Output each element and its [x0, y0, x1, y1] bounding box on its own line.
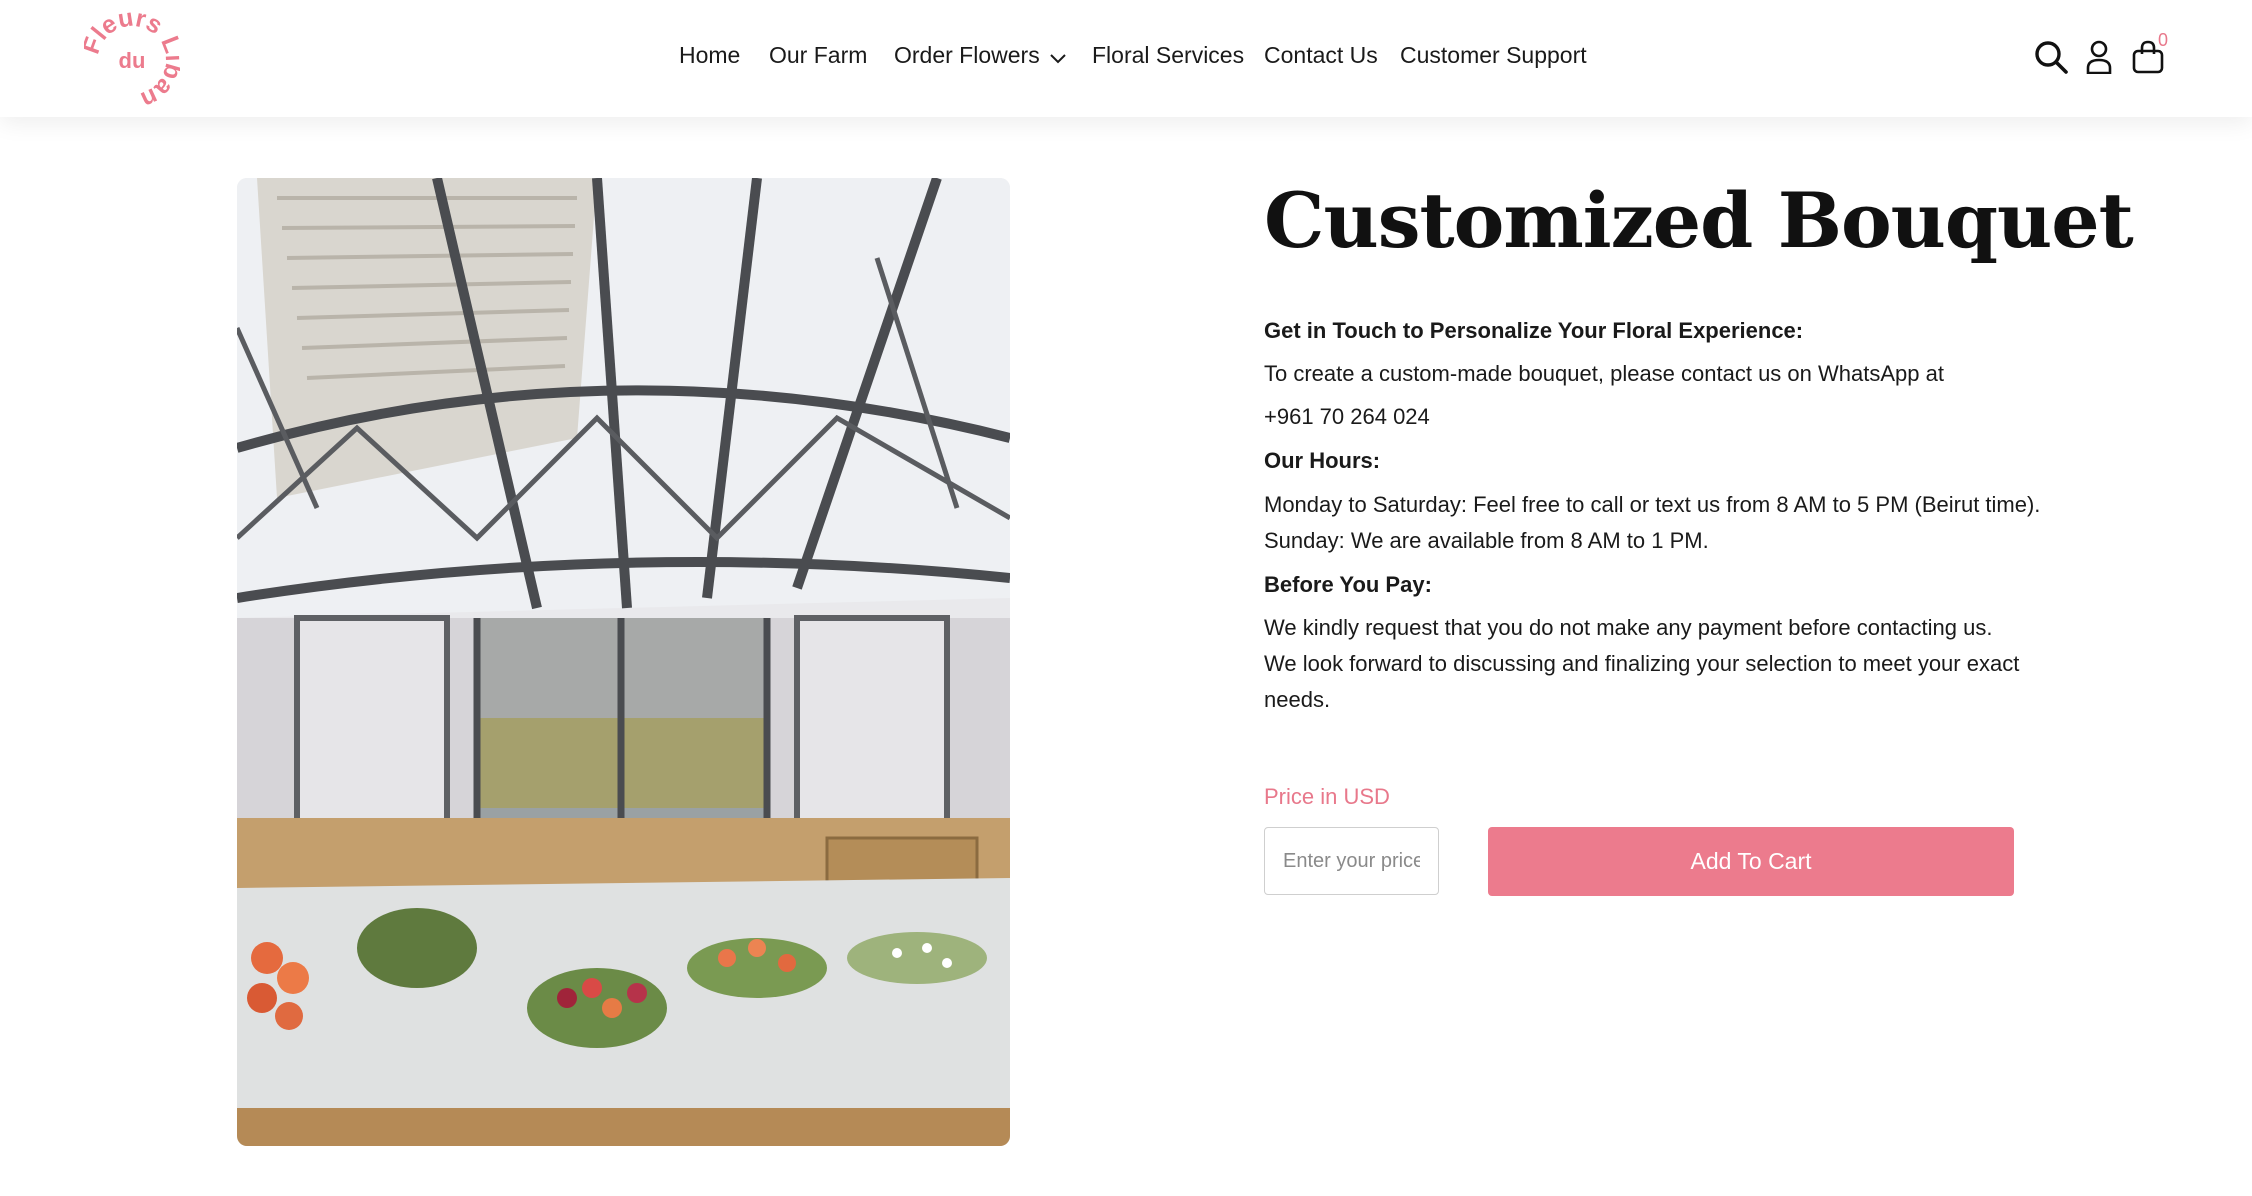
greenhouse-photo: [237, 178, 1010, 1146]
phone-number: +961 70 264 024: [1264, 404, 1430, 429]
fleurs-du-liban-logo: Fleurs Liban du: [77, 3, 188, 114]
contact-heading: Get in Touch to Personalize Your Floral …: [1264, 318, 1804, 343]
product-title: Customized Bouquet: [1264, 176, 2134, 265]
cart-count-badge: 0: [2158, 30, 2169, 50]
nav-our-farm[interactable]: Our Farm: [769, 42, 867, 69]
user-icon[interactable]: [2086, 40, 2112, 79]
hours-weekdays: Monday to Saturday: Feel free to call or…: [1264, 492, 2041, 517]
nav-home[interactable]: Home: [679, 42, 740, 69]
price-label: Price in USD: [1264, 784, 1390, 809]
product-image: [237, 178, 1010, 1146]
before-you-pay-heading: Before You Pay:: [1264, 572, 1432, 597]
logo[interactable]: Fleurs Liban du: [77, 3, 188, 114]
add-to-cart-button[interactable]: Add To Cart: [1488, 827, 2014, 896]
nav-customer-support[interactable]: Customer Support: [1400, 42, 1587, 69]
nav-contact-us[interactable]: Contact Us: [1264, 42, 1378, 69]
contact-text: To create a custom-made bouquet, please …: [1264, 361, 1944, 386]
nav-order-flowers-label: Order Flowers: [894, 42, 1040, 68]
price-input[interactable]: [1264, 827, 1439, 895]
hours-sunday: Sunday: We are available from 8 AM to 1 …: [1264, 528, 1709, 553]
nav-floral-services[interactable]: Floral Services: [1092, 42, 1244, 69]
chevron-down-icon: [1049, 43, 1066, 70]
svg-text:du: du: [119, 48, 146, 73]
nav-order-flowers[interactable]: Order Flowers: [894, 42, 1066, 70]
before-you-pay-text: We kindly request that you do not make a…: [1264, 615, 2020, 712]
search-icon[interactable]: [2034, 40, 2068, 79]
site-header: Fleurs Liban du Home Our Farm Order Flow…: [0, 0, 2252, 117]
hours-heading: Our Hours:: [1264, 448, 1381, 473]
